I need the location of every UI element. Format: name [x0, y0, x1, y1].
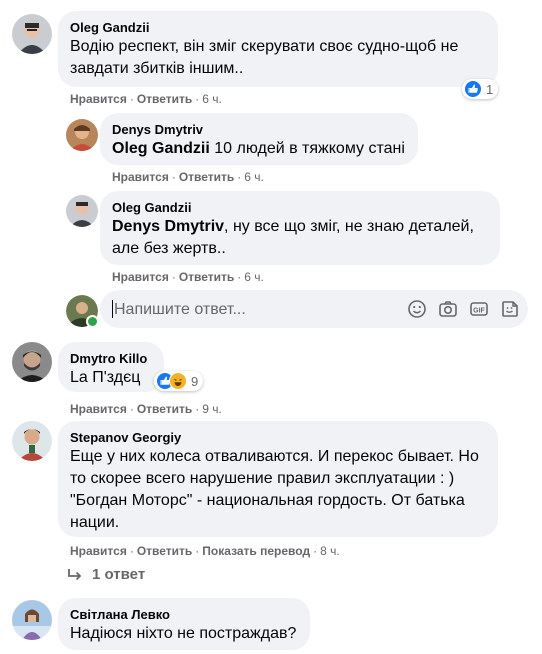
- comment-author[interactable]: Світлана Левко: [70, 606, 298, 623]
- comment-author[interactable]: Oleg Gandzii: [70, 19, 486, 36]
- mention-link[interactable]: Oleg Gandzii: [112, 140, 210, 157]
- comment-text: Еще у них колеса отваливаются. И перекос…: [70, 448, 479, 465]
- comment-actions: Нравится · Ответить · 6 ч.: [112, 270, 264, 284]
- avatar-svitlana-levko[interactable]: [12, 600, 52, 640]
- camera-icon[interactable]: [438, 299, 458, 319]
- comment-author[interactable]: Denys Dmytriv: [112, 121, 406, 138]
- comment-actions: Нравится · Ответить · 9 ч.: [70, 402, 222, 416]
- gif-icon[interactable]: GIF: [469, 299, 489, 319]
- like-link[interactable]: Нравится: [70, 544, 127, 558]
- avatar-stepanov-georgiy[interactable]: [12, 421, 52, 461]
- comment-text: "Богдан Моторс" - национальная гордость.…: [70, 492, 465, 509]
- haha-reaction-icon: [169, 372, 187, 390]
- text-caret: [112, 300, 113, 318]
- reply-arrow-icon: [66, 567, 84, 583]
- avatar-oleg-gandzii[interactable]: [66, 195, 98, 227]
- comment-time[interactable]: 6 ч.: [244, 170, 264, 184]
- like-reaction-icon: [464, 80, 482, 98]
- comment-bubble: Stepanov Georgiy Еще у них колеса отвали…: [58, 421, 498, 537]
- reply-link[interactable]: Ответить: [179, 170, 234, 184]
- comment-text: Водію респект, він зміг скерувати своє с…: [70, 38, 459, 55]
- avatar-dmytro-killo[interactable]: [12, 342, 52, 382]
- reply-composer[interactable]: GIF: [100, 290, 528, 330]
- reaction-badge[interactable]: 9: [154, 371, 204, 391]
- reply-link[interactable]: Ответить: [137, 402, 192, 416]
- mention-link[interactable]: Denys Dmytriv: [112, 218, 224, 235]
- like-link[interactable]: Нравится: [112, 170, 169, 184]
- comment-author[interactable]: Oleg Gandzii: [112, 199, 488, 216]
- comment-text: Oleg Gandzii 10 людей в тяжкому стані: [112, 140, 405, 157]
- comment-time[interactable]: 6 ч.: [244, 270, 264, 284]
- comment-bubble: Oleg Gandzii Водію респект, він зміг ске…: [58, 11, 498, 87]
- avatar-denys-dmytriv[interactable]: [66, 119, 98, 151]
- comment-text: Надіюся ніхто не постраждав?: [70, 625, 297, 642]
- current-user-avatar: [66, 295, 99, 328]
- online-status-icon: [86, 315, 99, 328]
- comment-actions: Нравится · Ответить · Показать перевод · 8 ч.: [70, 544, 340, 558]
- comment-text: але без жертв..: [112, 240, 226, 257]
- reply-link[interactable]: Ответить: [137, 544, 192, 558]
- replies-count-label: 1 ответ: [92, 566, 146, 583]
- sticker-icon[interactable]: [500, 299, 520, 319]
- emoji-icon[interactable]: [407, 299, 427, 319]
- like-link[interactable]: Нравится: [70, 92, 127, 106]
- reaction-badge[interactable]: 1: [462, 79, 499, 99]
- view-replies-link[interactable]: 1 ответ: [66, 566, 145, 583]
- reply-link[interactable]: Ответить: [179, 270, 234, 284]
- reaction-count: 1: [486, 81, 494, 97]
- reply-input[interactable]: [112, 290, 396, 330]
- comment-author[interactable]: Dmytro Killo: [70, 350, 152, 367]
- comment-text: то скорее всего нарушение правил эксплуа…: [70, 470, 455, 487]
- svg-text:GIF: GIF: [473, 307, 485, 314]
- reply-bubble: Oleg Gandzii Denys Dmytriv, ну все що зм…: [100, 191, 500, 265]
- comment-actions: Нравится · Ответить · 6 ч.: [112, 170, 264, 184]
- show-translation-link[interactable]: Показать перевод: [202, 544, 310, 558]
- comment-bubble: Світлана Левко Надіюся ніхто не постражд…: [58, 598, 310, 650]
- reply-bubble: Denys Dmytriv Oleg Gandzii 10 людей в тя…: [100, 113, 418, 165]
- like-link[interactable]: Нравится: [112, 270, 169, 284]
- reaction-count: 9: [191, 373, 199, 389]
- comment-text: La П'здєц: [70, 369, 141, 386]
- comment-time[interactable]: 9 ч.: [202, 402, 222, 416]
- comment-time[interactable]: 6 ч.: [202, 92, 222, 106]
- comment-text: Denys Dmytriv, ну все що зміг, не знаю д…: [112, 218, 474, 235]
- like-link[interactable]: Нравится: [70, 402, 127, 416]
- reply-link[interactable]: Ответить: [137, 92, 192, 106]
- comment-text: завдати збитків іншим..: [70, 60, 244, 77]
- comment-time[interactable]: 8 ч.: [320, 544, 340, 558]
- comment-text: нации.: [70, 514, 120, 531]
- avatar-oleg-gandzii[interactable]: [12, 14, 52, 54]
- comment-bubble: Dmytro Killo La П'здєц: [58, 342, 164, 392]
- comment-author[interactable]: Stepanov Georgiy: [70, 429, 486, 446]
- comment-actions: Нравится · Ответить · 6 ч.: [70, 92, 222, 106]
